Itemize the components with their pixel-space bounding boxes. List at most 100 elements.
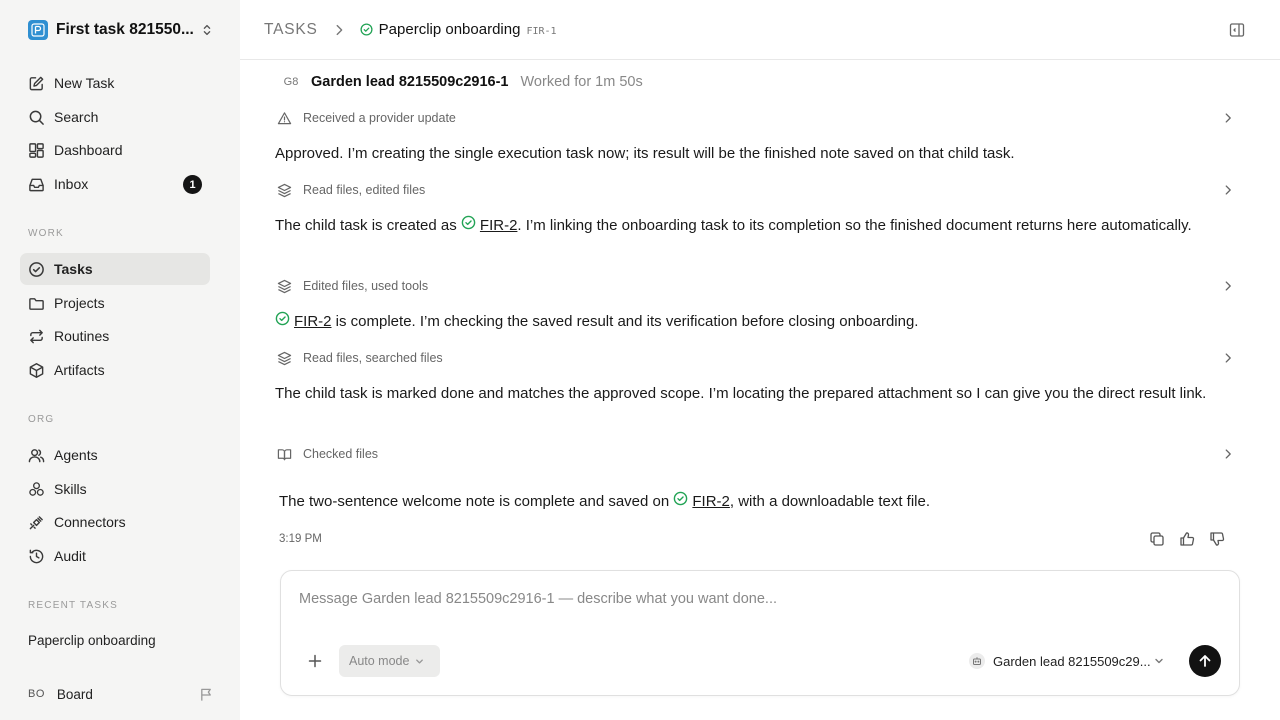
inbox-count-badge: 1: [183, 175, 202, 194]
new-task-button[interactable]: New Task: [20, 67, 210, 99]
sidebar-item-inbox[interactable]: Inbox 1: [20, 168, 210, 200]
mode-select[interactable]: Auto mode: [339, 645, 440, 677]
message-text-part: The two-sentence welcome note is complet…: [279, 493, 674, 510]
warning-icon: [277, 111, 292, 124]
history-icon: [29, 549, 44, 563]
inbox-icon: [29, 178, 44, 191]
repeat-icon: [30, 329, 43, 343]
skills-icon: [29, 481, 44, 496]
agent-message-header: G8 Garden lead 8215509c2916-1 Worked for…: [279, 71, 643, 93]
message-actions: [1149, 531, 1225, 547]
sidebar-item-routines[interactable]: Routines: [20, 320, 210, 352]
artifacts-label: Artifacts: [54, 362, 105, 378]
task-link[interactable]: FIR-2: [294, 310, 332, 334]
sidebar-item-audit[interactable]: Audit: [20, 540, 210, 572]
avatar: BO: [28, 688, 45, 700]
plug-icon: [29, 515, 43, 529]
page-header: TASKS Paperclip onboarding FIR-1: [240, 0, 1280, 60]
section-label-org: ORG: [28, 414, 55, 425]
users-icon: [28, 448, 45, 462]
activity-label: Checked files: [303, 447, 379, 461]
thumbs-up-icon[interactable]: [1179, 531, 1195, 547]
sidebar-item-projects[interactable]: Projects: [20, 287, 210, 319]
chevron-right-icon: [1225, 113, 1231, 123]
thumbs-down-icon[interactable]: [1209, 531, 1225, 547]
sidebar-item-skills[interactable]: Skills: [20, 473, 210, 505]
activity-row[interactable]: Read files, searched files: [275, 347, 1235, 369]
chevron-right-icon: [1225, 353, 1231, 363]
send-button[interactable]: [1189, 645, 1221, 677]
chevron-down-icon: [1155, 658, 1163, 664]
arrow-up-icon: [1199, 655, 1211, 667]
sidebar-toggle-icon[interactable]: [1229, 22, 1245, 38]
final-message-text: The two-sentence welcome note is complet…: [279, 490, 1244, 514]
chevron-right-icon: [1225, 281, 1231, 291]
user-menu[interactable]: BO Board: [28, 684, 214, 704]
routines-label: Routines: [54, 328, 110, 344]
check-circle-icon: [275, 311, 290, 326]
sidebar: First task 821550... New Task Search Das…: [0, 0, 240, 720]
task-reference[interactable]: FIR-2: [673, 490, 730, 514]
task-link[interactable]: FIR-2: [692, 490, 730, 514]
sidebar-item-artifacts[interactable]: Artifacts: [20, 354, 210, 386]
worked-for-label: Worked for 1m 50s: [520, 74, 643, 90]
dashboard-icon: [29, 142, 44, 158]
tasks-label: Tasks: [54, 261, 93, 277]
copy-icon[interactable]: [1149, 531, 1165, 547]
search-label: Search: [54, 109, 99, 125]
message-text: FIR-2 is complete. I’m checking the save…: [275, 310, 1240, 334]
breadcrumb-tasks[interactable]: TASKS: [264, 21, 318, 39]
check-circle-icon: [461, 215, 476, 230]
bot-icon: [969, 653, 985, 669]
page-title: Paperclip onboarding: [378, 21, 521, 38]
message-input[interactable]: [299, 591, 1199, 607]
agent-select[interactable]: Garden lead 8215509c29...: [969, 651, 1165, 671]
message-text: The child task is created as FIR-2. I’m …: [275, 214, 1240, 238]
new-task-label: New Task: [54, 75, 115, 91]
check-circle-icon: [674, 491, 688, 506]
inbox-label: Inbox: [54, 176, 89, 192]
chevron-right-icon: [1225, 185, 1231, 195]
plus-icon[interactable]: [307, 653, 323, 669]
workspace-switcher[interactable]: First task 821550...: [28, 19, 214, 41]
message-text-part: is complete. I’m checking the saved resu…: [331, 313, 919, 330]
chevron-right-icon: [1225, 449, 1231, 459]
task-id: FIR-1: [526, 25, 557, 37]
layers-icon: [277, 351, 292, 365]
workspace-logo: [28, 20, 48, 40]
activity-row[interactable]: Checked files: [275, 443, 1235, 465]
skills-label: Skills: [54, 481, 87, 497]
check-circle-icon: [29, 261, 44, 277]
task-reference[interactable]: FIR-2: [275, 310, 332, 334]
section-label-work: WORK: [28, 228, 64, 239]
check-circle-icon: [360, 23, 373, 36]
agent-select-label: Garden lead 8215509c29...: [993, 653, 1150, 669]
task-reference[interactable]: FIR-2: [461, 214, 518, 238]
connectors-label: Connectors: [54, 514, 126, 530]
flag-icon[interactable]: [199, 687, 214, 702]
task-link[interactable]: FIR-2: [480, 214, 518, 238]
message-text-part: . I’m linking the onboarding task to its…: [517, 217, 1192, 234]
activity-row[interactable]: Read files, edited files: [275, 179, 1235, 201]
chevron-up-down-icon: [203, 24, 211, 36]
chevron-down-icon: [416, 658, 424, 664]
message-timestamp: 3:19 PM: [279, 533, 322, 545]
sidebar-item-tasks[interactable]: Tasks: [20, 253, 210, 285]
book-open-icon: [277, 448, 292, 460]
agent-name: Garden lead 8215509c2916-1: [311, 74, 509, 90]
sidebar-item-dashboard[interactable]: Dashboard: [20, 134, 210, 166]
activity-label: Edited files, used tools: [303, 279, 429, 293]
sidebar-item-connectors[interactable]: Connectors: [20, 506, 210, 538]
folder-icon: [29, 297, 44, 310]
recent-task-item[interactable]: Paperclip onboarding: [28, 633, 156, 648]
mode-label: Auto mode: [349, 654, 410, 668]
section-label-recent: RECENT TASKS: [28, 600, 118, 611]
dashboard-label: Dashboard: [54, 142, 123, 158]
activity-row[interactable]: Received a provider update: [275, 107, 1235, 129]
search-button[interactable]: Search: [20, 101, 210, 133]
sidebar-item-agents[interactable]: Agents: [20, 439, 210, 471]
agents-label: Agents: [54, 447, 98, 463]
search-icon: [29, 110, 44, 125]
user-name: Board: [56, 686, 93, 702]
activity-row[interactable]: Edited files, used tools: [275, 275, 1235, 297]
